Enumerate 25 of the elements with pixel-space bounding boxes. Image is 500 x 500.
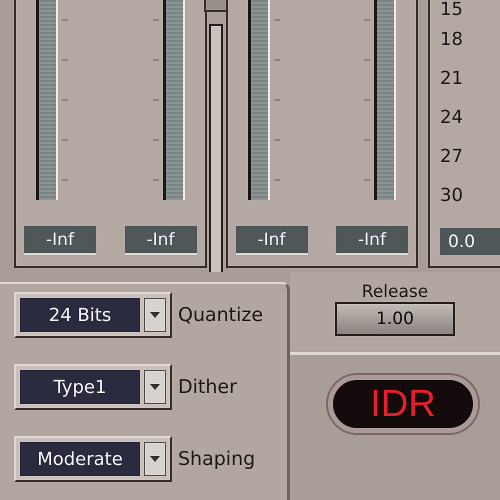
scale-label: 30 <box>440 184 463 208</box>
slider-track[interactable] <box>209 24 223 272</box>
caret-icon <box>150 384 160 390</box>
dropdown[interactable]: Moderate <box>14 436 172 482</box>
dropdown[interactable]: Type1 <box>14 364 172 410</box>
dropdown-label: Dither <box>178 376 237 398</box>
scale-label: 27 <box>440 145 463 169</box>
peak-readout: -Inf <box>236 226 308 255</box>
scale-label: 18 <box>440 28 463 52</box>
dropdown-label: Shaping <box>178 448 256 470</box>
scale-label: 15 <box>440 0 463 20</box>
release-field[interactable]: 1.00 <box>335 302 455 336</box>
scale-label: 21 <box>440 67 463 91</box>
caret-icon <box>150 312 160 318</box>
idr-button[interactable]: IDR <box>328 375 478 433</box>
release-label: Release <box>362 282 428 302</box>
peak-readout: -Inf <box>336 226 408 255</box>
peak-readout: -Inf <box>24 226 96 255</box>
slider-knob[interactable] <box>204 0 228 12</box>
peak-readout: 0.0 <box>440 228 500 255</box>
dropdown[interactable]: 24 Bits <box>14 292 172 338</box>
dropdown-label: Quantize <box>178 304 264 326</box>
scale-label: 24 <box>440 106 463 130</box>
peak-readout: -Inf <box>124 226 196 255</box>
caret-icon <box>150 456 160 462</box>
